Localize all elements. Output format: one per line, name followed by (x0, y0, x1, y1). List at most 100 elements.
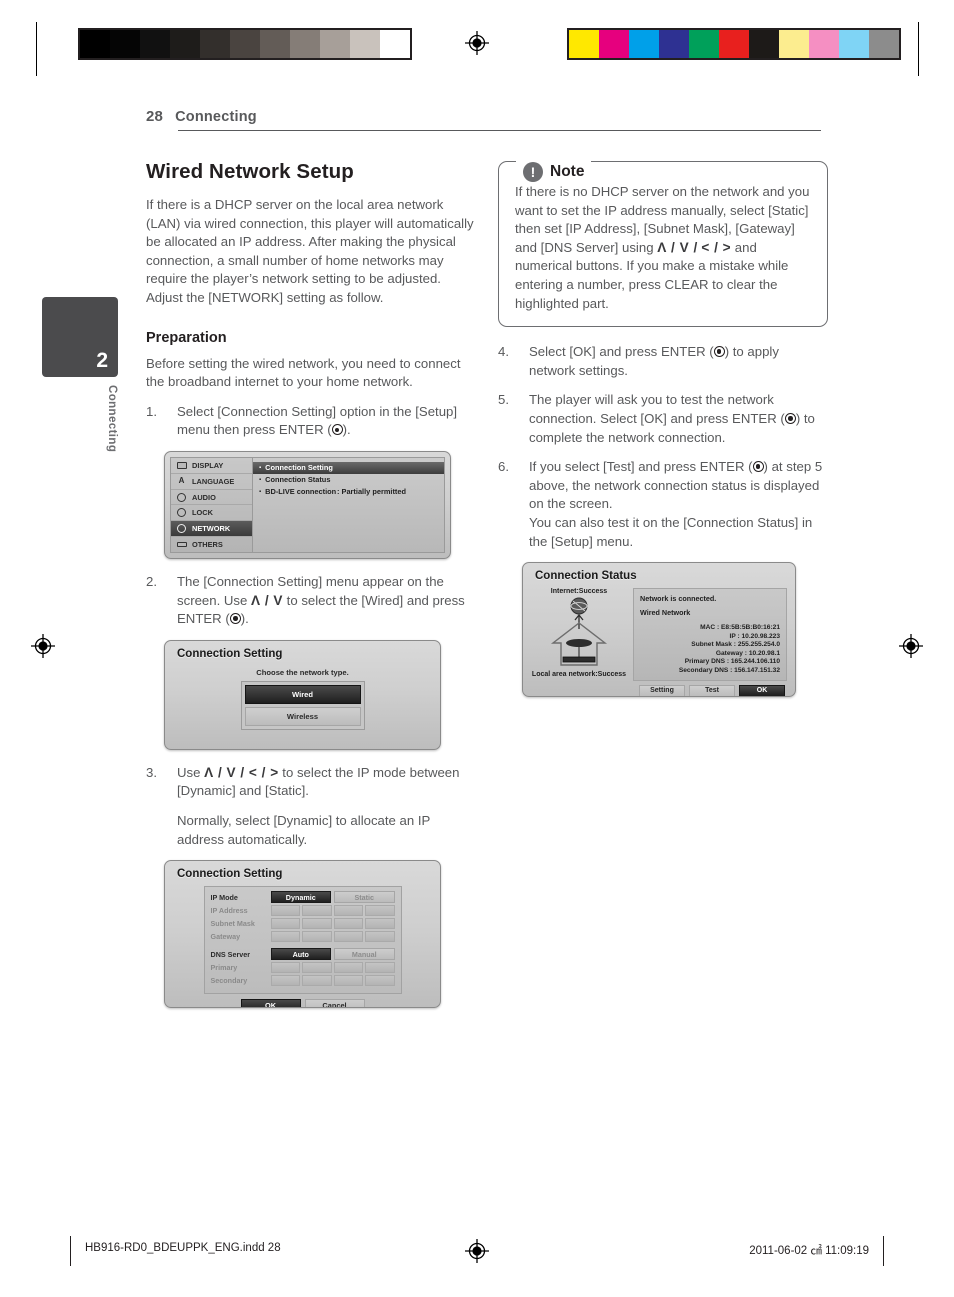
osd-field-cell[interactable] (302, 931, 332, 943)
osd-field-cell[interactable] (270, 918, 300, 930)
osd-option-row[interactable]: ▪ BD-LIVE connection: Partially permitted (253, 486, 444, 498)
step-6-number: 6. (498, 459, 509, 475)
osd-connection-status-screenshot: Connection Status Internet:Success Local… (522, 562, 796, 698)
globe-icon (176, 524, 187, 534)
osd-status-action-button[interactable]: Setting (639, 684, 685, 697)
step-6-text-a: If you select [Test] and press ENTER ( (529, 459, 753, 475)
osd-field-cell[interactable] (365, 962, 395, 974)
connection-detail-item: Gateway : 10.20.98.1 (715, 649, 780, 657)
footer-timestamp: 2011-06-02 ㎠ 11:09:19 (749, 1245, 869, 1257)
enter-button-icon (331, 424, 343, 436)
step-5-number: 5. (498, 392, 509, 408)
connection-detail-item: Primary DNS : 165.244.106.110 (684, 658, 780, 666)
osd-sidebar-item-network[interactable]: NETWORK (171, 521, 252, 538)
note-body: If there is no DHCP server on the networ… (498, 161, 828, 328)
page-header: 28 Connecting (146, 108, 821, 131)
osd-field-cell[interactable] (365, 905, 395, 917)
step-2-text-c: ). (240, 611, 249, 627)
note-title: Note (550, 163, 585, 180)
osd-network-type-buttons: Wired Wireless (240, 680, 365, 730)
step-4-number: 4. (498, 344, 509, 360)
preparation-paragraph: Before setting the wired network, you ne… (146, 355, 461, 390)
osd-field-cell[interactable] (302, 918, 332, 930)
osd-ip-mode-action-button[interactable]: Cancel (304, 999, 365, 1008)
osd-setup-menu-screenshot: DISPLAY A LANGUAGE AUDIO LOCK NETWORK OTHERS ▪… (164, 450, 451, 559)
osd-field-cell[interactable] (270, 962, 300, 974)
step-1-number: 1. (146, 403, 157, 419)
bullet-icon: ▪ (259, 476, 262, 483)
osd-field-cell[interactable] (302, 975, 332, 987)
osd-ip-mode-action-button[interactable]: OK (240, 999, 301, 1008)
osd-field-cell[interactable] (302, 962, 332, 974)
osd-field-cell[interactable] (270, 975, 300, 987)
osd-field-cells[interactable] (270, 962, 395, 974)
header-divider (178, 130, 821, 131)
osd-field-cells[interactable] (270, 931, 395, 943)
osd-field-cell[interactable] (333, 905, 363, 917)
osd-sidebar-item-language[interactable]: A LANGUAGE (171, 474, 252, 490)
ip-mode-option[interactable]: Dynamic (270, 891, 331, 904)
dns-server-option[interactable]: Auto (270, 948, 331, 961)
osd-sidebar-item-audio[interactable]: AUDIO (171, 490, 252, 506)
osd-sidebar-item-others[interactable]: OTHERS (171, 537, 252, 552)
step-5: 5. The player will ask you to test the ne… (498, 391, 828, 447)
osd-network-type-button[interactable]: Wired (244, 684, 361, 704)
osd-status-action-button[interactable]: Test (689, 684, 735, 697)
dns-server-row: DNS Server Auto Manual (211, 948, 395, 961)
osd-status-details-panel: Network is connected. Wired Network MAC … (633, 588, 787, 681)
osd-option-row[interactable]: ▪ Connection Setting (253, 461, 444, 474)
osd-field-cell[interactable] (333, 962, 363, 974)
osd-ip-mode-panel: IP Mode Dynamic Static IP Address Subnet Mas… (203, 886, 402, 995)
note-callout: ! Note If there is no DHCP server on the… (498, 161, 828, 328)
enter-button-icon (229, 613, 241, 625)
internet-status-label: Internet:Success (550, 588, 608, 596)
left-steps-list-3: 3. Use Λ / V / < / > to select the IP mod… (146, 764, 476, 849)
dns-server-options: Auto Manual (270, 948, 395, 961)
footer-filename: HB916-RD0_BDEUPPK_ENG.indd 28 (85, 1242, 281, 1254)
osd-field-cell[interactable] (333, 975, 363, 987)
osd-field-cells[interactable] (270, 918, 395, 930)
osd-field-cell[interactable] (365, 931, 395, 943)
osd-field-label: Subnet Mask (210, 919, 255, 929)
connection-detail-list: MAC : E8:5B:5B:B0:16:21 IP : 10.20.98.223… (640, 624, 780, 676)
osd-status-action-button[interactable]: OK (739, 684, 785, 697)
osd-field-cells[interactable] (270, 975, 395, 987)
step-1: 1. Select [Connection Setting] option in … (146, 403, 476, 440)
osd-network-type-title: Connection Setting (177, 647, 283, 660)
preparation-heading: Preparation (146, 329, 227, 346)
osd-sidebar-item-display[interactable]: DISPLAY (171, 458, 252, 474)
connection-detail-item: IP : 10.20.98.223 (729, 632, 780, 640)
osd-field-label: Secondary (210, 976, 248, 986)
osd-field-cell[interactable] (302, 905, 332, 917)
osd-sidebar-item-label: OTHERS (192, 539, 223, 549)
osd-sidebar-item-lock[interactable]: LOCK (171, 505, 252, 522)
ip-mode-options: Dynamic Static (270, 891, 395, 904)
step-2: 2. The [Connection Setting] menu appear o… (146, 573, 476, 629)
osd-field-cells[interactable] (270, 905, 395, 917)
dns-server-option[interactable]: Manual (334, 948, 395, 961)
enter-button-icon (784, 412, 796, 424)
osd-field-cell[interactable] (365, 918, 395, 930)
osd-sidebar-item-label: AUDIO (192, 492, 216, 502)
exclamation-icon: ! (523, 162, 543, 182)
enter-button-icon (752, 461, 764, 473)
osd-field-cell[interactable] (333, 931, 363, 943)
osd-ip-mode-actions: OK Cancel (165, 999, 440, 1008)
osd-field-cell[interactable] (270, 931, 300, 943)
ip-mode-label: IP Mode (210, 892, 238, 902)
osd-field-label: IP Address (210, 906, 248, 916)
others-icon (176, 539, 187, 549)
intro-paragraph: If there is a DHCP server on the local a… (146, 197, 474, 305)
step-5-text-a: The player will ask you to test the netw… (529, 392, 785, 426)
step-2-number: 2. (146, 573, 157, 589)
osd-status-diagram-column: Internet:Success Local area network:Succ… (531, 588, 627, 681)
osd-field-cell[interactable] (365, 975, 395, 987)
osd-option-row[interactable]: ▪ Connection Status (253, 474, 444, 486)
osd-field-cell[interactable] (270, 905, 300, 917)
osd-network-type-button[interactable]: Wireless (244, 706, 361, 726)
osd-field-cell[interactable] (333, 918, 363, 930)
nav-arrows-glyph: Λ / V / < / > (204, 764, 279, 780)
osd-sidebar-item-label: DISPLAY (192, 460, 224, 470)
ip-mode-option[interactable]: Static (334, 891, 395, 904)
step-1-text-a: Select [Connection Setting] option in th… (177, 403, 458, 438)
